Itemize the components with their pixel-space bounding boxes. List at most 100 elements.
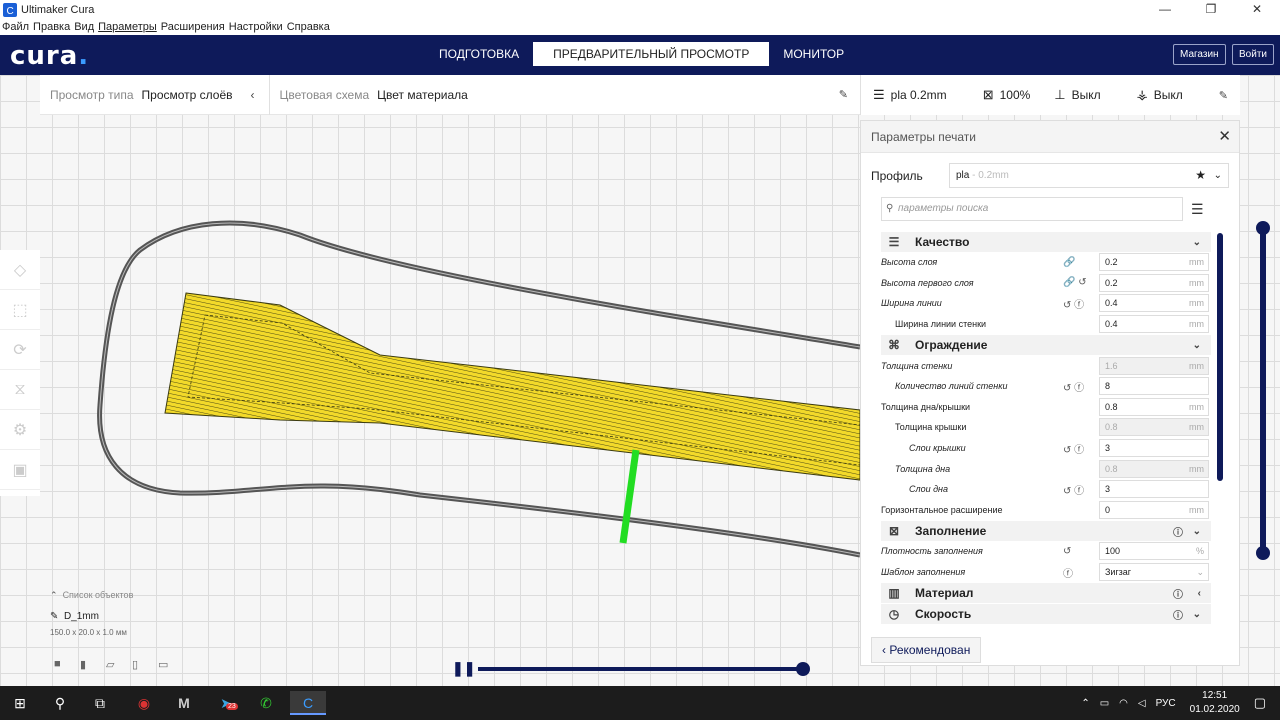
setting-row: Шаблон заполнения ⓕ Зигзаг ⌄ [881,562,1211,583]
signin-button[interactable]: Войти [1232,44,1274,65]
stage-tabs: ПОДГОТОВКА ПРЕДВАРИТЕЛЬНЫЙ ПРОСМОТР МОНИ… [425,42,858,66]
windows-start-icon[interactable]: ⊞ [8,691,32,715]
setting-input[interactable]: 3 [1099,480,1209,499]
setting-input[interactable]: 0.2 mm [1099,273,1209,292]
category-label: Материал [915,586,974,601]
close-icon[interactable]: ✕ [1218,121,1231,153]
settings-scrollbar[interactable] [1217,233,1223,481]
pencil-icon[interactable]: ✎ [839,88,848,101]
setting-input[interactable]: 0.8 mm [1099,397,1209,416]
simulation-slider[interactable] [478,667,804,671]
menu-settings[interactable]: Параметры [98,21,157,33]
star-icon[interactable]: ★ [1195,164,1206,187]
view-options-panel: Просмотр типа Просмотр слоёв ‹ Цветовая … [40,74,860,115]
tab-monitor[interactable]: МОНИТОР [769,42,858,66]
category-material[interactable]: ▥ Материал ⓘ ‹ [881,583,1211,604]
per-model-settings-icon[interactable]: ⚙ [0,410,40,450]
game-app-icon[interactable]: ◉ [132,691,156,715]
pencil-icon[interactable]: ✎ [50,611,58,622]
search-icon[interactable]: ⚲ [48,691,72,715]
pause-icon[interactable]: ❚❚ [452,660,475,677]
print-settings-summary[interactable]: ☰ pla 0.2mm ⊠ 100% ⊥ Выкл ⚶ Выкл ✎ [860,75,1240,115]
chevron-left-icon[interactable]: ‹ [251,88,255,102]
whatsapp-icon[interactable]: ✆ [254,691,278,715]
front-view-icon[interactable]: ▮ [80,658,106,671]
setting-input[interactable]: Зигзаг ⌄ [1099,563,1209,582]
setting-state-icons[interactable]: 🔗 [1063,257,1075,268]
setting-state-icons[interactable]: 🔗 ↺ [1063,277,1087,288]
menu-view[interactable]: Вид [74,21,94,33]
infill-icon: ⊠ [982,87,994,102]
wifi-icon[interactable]: ◠ [1119,698,1128,709]
layer-slider-bottom-handle[interactable] [1256,546,1270,560]
view-type-label: Просмотр типа [50,87,134,102]
print-settings-panel: Параметры печати ✕ Профиль pla - 0.2mm ★… [860,120,1240,666]
chevron-down-icon: ⌄ [1192,236,1201,248]
setting-input[interactable]: 0 mm [1099,500,1209,519]
battery-icon[interactable]: ▭ [1100,698,1109,709]
m-app-icon[interactable]: M [172,691,196,715]
setting-input[interactable]: 0.4 mm [1099,315,1209,334]
menu-preferences[interactable]: Настройки [229,21,283,33]
settings-search-input[interactable]: ⚲ параметры поиска [881,197,1183,221]
layer-slider-top-handle[interactable] [1256,221,1270,235]
info-icon[interactable]: ⓘ [1173,524,1183,539]
object-list-toggle[interactable]: ⌃ Список объектов [50,590,133,601]
setting-state-icons[interactable]: ↺ ⓕ [1063,296,1084,311]
category-quality[interactable]: ☰ Качество ⌄ [881,232,1211,252]
hamburger-menu-icon[interactable]: ☰ [1191,201,1204,218]
support-blocker-icon[interactable]: ▣ [0,450,40,490]
close-window-button[interactable]: ✕ [1234,0,1280,19]
maximize-button[interactable]: ❐ [1188,0,1234,19]
view-type-dropdown[interactable]: Просмотр слоёв [142,88,233,102]
info-icon[interactable]: ⓘ [1173,607,1183,622]
category-speed[interactable]: ◷ Скорость ⓘ ⌄ [881,604,1211,625]
setting-input[interactable]: 3 [1099,439,1209,458]
pencil-icon[interactable]: ✎ [1219,89,1228,102]
clock[interactable]: 12:51 01.02.2020 [1190,689,1240,717]
recommended-button[interactable]: ‹ Рекомендован [871,637,982,663]
app-header: cura. ПОДГОТОВКА ПРЕДВАРИТЕЛЬНЫЙ ПРОСМОТ… [0,35,1280,75]
setting-state-icons[interactable]: ↺ ⓕ [1063,441,1084,456]
move-tool-icon[interactable]: ◇ [0,250,40,290]
notifications-icon[interactable]: ▢ [1254,695,1266,711]
setting-state-icons[interactable]: ↺ ⓕ [1063,379,1084,394]
volume-icon[interactable]: ◁ [1138,698,1146,709]
category-infill[interactable]: ⊠ Заполнение ⓘ ⌄ [881,521,1211,542]
setting-state-icons[interactable]: ⓕ [1063,565,1073,580]
cura-taskbar-icon[interactable]: C [290,691,326,715]
title-bar: C Ultimaker Cura — ❐ ✕ [0,0,1280,19]
mirror-tool-icon[interactable]: ⧖ [0,370,40,410]
minimize-button[interactable]: — [1142,0,1188,19]
top-view-icon[interactable]: ▱ [106,658,132,671]
color-scheme-dropdown[interactable]: Цвет материала [377,88,468,102]
menu-edit[interactable]: Правка [33,21,70,33]
tray-chevron-up-icon[interactable]: ⌃ [1081,698,1089,709]
setting-input[interactable]: 8 [1099,377,1209,396]
setting-input[interactable]: 100% [1099,542,1209,561]
rotate-tool-icon[interactable]: ⟳ [0,330,40,370]
layer-slider[interactable] [1260,226,1266,554]
setting-state-icons[interactable]: ↺ ⓕ [1063,482,1084,497]
simulation-slider-handle[interactable] [796,662,810,676]
setting-input[interactable]: 0.4 mm [1099,294,1209,313]
setting-label: Плотность заполнения [881,546,983,557]
marketplace-button[interactable]: Магазин [1173,44,1226,65]
tab-preview[interactable]: ПРЕДВАРИТЕЛЬНЫЙ ПРОСМОТР [533,42,770,66]
tab-prepare[interactable]: ПОДГОТОВКА [425,42,533,66]
scale-tool-icon[interactable]: ⬚ [0,290,40,330]
left-view-icon[interactable]: ▯ [132,658,158,671]
setting-state-icons[interactable]: ↺ [1063,546,1071,557]
profile-dropdown[interactable]: pla - 0.2mm ★ ⌄ [949,163,1229,188]
category-shell[interactable]: ⌘ Ограждение ⌄ [881,335,1211,356]
setting-input[interactable]: 0.2 mm [1099,253,1209,272]
task-view-icon[interactable]: ⧉ [88,691,112,715]
keyboard-language[interactable]: РУС [1156,698,1176,709]
3d-view-icon[interactable]: ■ [54,658,80,671]
right-view-icon[interactable]: ▭ [158,658,184,671]
menu-file[interactable]: Файл [2,21,29,33]
menu-help[interactable]: Справка [287,21,330,33]
chevron-down-icon: ⌄ [1192,339,1201,351]
menu-extensions[interactable]: Расширения [161,21,225,33]
info-icon[interactable]: ⓘ [1173,586,1183,601]
